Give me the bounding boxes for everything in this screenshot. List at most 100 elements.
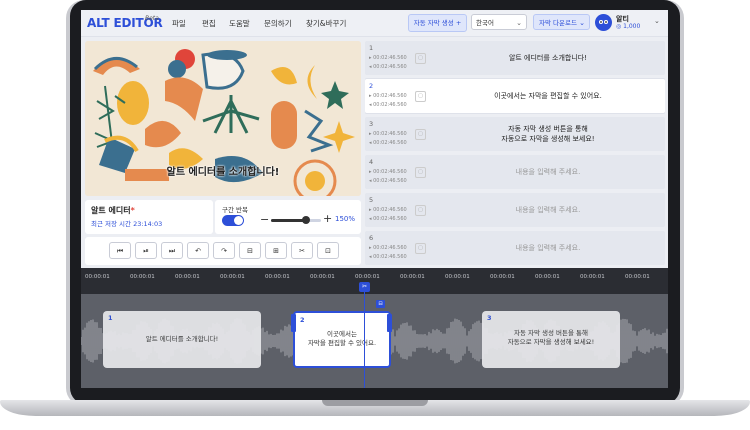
video-preview[interactable]: 알트 에디터를 소개합니다! xyxy=(85,41,361,196)
subtitle-text-placeholder[interactable]: 내용을 입력해 주세요. xyxy=(435,205,661,215)
scissors-icon[interactable]: ✂ xyxy=(359,282,370,292)
subtitle-row[interactable]: 3 ▸ 00:02:46.560 ◂ 00:02:46.560 ▢ 자동 자막 … xyxy=(365,117,665,151)
start-time-value: 00:02:46.560 xyxy=(373,245,407,251)
menu-contact[interactable]: 문의하기 xyxy=(264,18,292,29)
hd-icon[interactable]: ▢ xyxy=(415,91,426,102)
start-time-value: 00:02:46.560 xyxy=(373,207,407,213)
merge-icon[interactable]: ⊡ xyxy=(317,242,339,259)
project-title[interactable]: 알트 에디터* xyxy=(91,205,135,216)
menu-edit[interactable]: 편집 xyxy=(202,18,216,29)
end-time-value: 00:02:46.560 xyxy=(373,64,407,70)
ruler-tick: 00:00:01 xyxy=(85,274,110,280)
subtitle-number: 4 xyxy=(369,158,374,166)
start-time-value: 00:02:46.560 xyxy=(373,131,407,137)
user-coins: ◎ 1,000 xyxy=(616,23,641,30)
subtitle-row[interactable]: 5 ▸ 00:02:46.560 ◂ 00:02:46.560 ▢ 내용을 입력… xyxy=(365,193,665,227)
subtitle-download-button[interactable]: 자막 다운로드 ⌄ xyxy=(533,14,590,30)
subtitle-start-time[interactable]: ▸ 00:02:46.560 xyxy=(369,93,407,99)
subtitle-row[interactable]: 6 ▸ 00:02:46.560 ◂ 00:02:46.560 ▢ 내용을 입력… xyxy=(365,231,665,265)
subtitle-number: 5 xyxy=(369,196,374,204)
subtitle-list: 1 ▸ 00:02:46.560 ◂ 00:02:46.560 ▢ 알트 에디터… xyxy=(365,41,665,267)
timeline-clip[interactable]: 3 자동 자막 생성 버튼을 통해 자동으로 자막을 생성해 보세요! xyxy=(482,311,620,368)
zoom-slider-fill xyxy=(271,219,306,222)
play-pause-icon[interactable]: ⏯ xyxy=(135,242,157,259)
menu-file[interactable]: 파일 xyxy=(172,18,186,29)
range-repeat-toggle[interactable] xyxy=(222,215,244,226)
chevron-down-icon[interactable]: ⌄ xyxy=(654,17,660,25)
zoom-out-button[interactable]: − xyxy=(260,213,269,226)
menu-help[interactable]: 도움말 xyxy=(229,18,250,29)
app-screen: ALT EDITOR Beta 파일 편집 도움말 문의하기 찾기&바꾸기 자동… xyxy=(81,10,668,388)
subtitle-end-time[interactable]: ◂ 00:02:46.560 xyxy=(369,102,407,108)
subtitle-start-time[interactable]: ▸ 00:02:46.560 xyxy=(369,207,407,213)
clip-right-handle[interactable] xyxy=(387,314,392,332)
avatar[interactable] xyxy=(595,14,612,31)
clip-menu-icon[interactable]: ⊟ xyxy=(376,300,385,308)
hd-icon[interactable]: ▢ xyxy=(415,205,426,216)
subtitle-text-placeholder[interactable]: 내용을 입력해 주세요. xyxy=(435,167,661,177)
ruler-tick: 00:00:01 xyxy=(355,274,380,280)
subtitle-row[interactable]: 4 ▸ 00:02:46.560 ◂ 00:02:46.560 ▢ 내용을 입력… xyxy=(365,155,665,189)
laptop-notch xyxy=(322,400,428,406)
start-time-value: 00:02:46.560 xyxy=(373,93,407,99)
hd-icon[interactable]: ▢ xyxy=(415,167,426,178)
subtitle-text[interactable]: 자동 자막 생성 버튼을 통해 자동으로 자막을 생성해 보세요! xyxy=(435,124,661,144)
subtitle-text-placeholder[interactable]: 내용을 입력해 주세요. xyxy=(435,243,661,253)
clip-text: 이곳에서는 자막을 편집할 수 있어요. xyxy=(307,330,377,347)
avatar-face-icon xyxy=(599,20,608,24)
subtitle-number: 3 xyxy=(369,120,374,128)
zoom-slider-thumb[interactable] xyxy=(302,216,310,224)
subtitle-row[interactable]: 2 ▸ 00:02:46.560 ◂ 00:02:46.560 ▢ 이곳에서는 … xyxy=(365,79,665,113)
clip-left-handle[interactable] xyxy=(291,314,296,332)
hd-icon[interactable]: ▢ xyxy=(415,243,426,254)
subtitle-text[interactable]: 알트 에디터를 소개합니다! xyxy=(435,53,661,63)
end-time-value: 00:02:46.560 xyxy=(373,254,407,260)
menu-find-replace[interactable]: 찾기&바꾸기 xyxy=(306,18,346,29)
start-time-value: 00:02:46.560 xyxy=(373,169,407,175)
subtitle-end-time[interactable]: ◂ 00:02:46.560 xyxy=(369,254,407,260)
unsaved-mark: * xyxy=(130,206,135,215)
language-select[interactable]: 한국어 ⌄ xyxy=(471,14,527,30)
app-header: ALT EDITOR Beta 파일 편집 도움말 문의하기 찾기&바꾸기 자동… xyxy=(81,10,668,37)
ruler-tick: 00:00:01 xyxy=(400,274,425,280)
toggle-knob xyxy=(234,216,243,225)
subtitle-start-time[interactable]: ▸ 00:02:46.560 xyxy=(369,131,407,137)
project-info: 알트 에디터* 최근 저장 시간 23:14:03 xyxy=(85,200,213,234)
video-caption: 알트 에디터를 소개합니다! xyxy=(166,167,280,178)
subtitle-end-time[interactable]: ◂ 00:02:46.560 xyxy=(369,178,407,184)
zoom-slider[interactable] xyxy=(271,216,321,224)
rewind-icon[interactable]: ⏮ xyxy=(109,242,131,259)
auto-subtitle-button[interactable]: 자동 자막 생성 + xyxy=(408,14,467,32)
redo-icon[interactable]: ↷ xyxy=(213,242,235,259)
clip-number: 2 xyxy=(300,316,305,324)
beta-badge: Beta xyxy=(145,15,159,22)
zoom-in-button[interactable]: + xyxy=(323,212,332,225)
chevron-down-icon: ⌄ xyxy=(516,19,522,27)
clip-text: 자동 자막 생성 버튼을 통해 자동으로 자막을 생성해 보세요! xyxy=(507,329,595,346)
timeline-ruler[interactable]: 00:00:01 00:00:01 00:00:01 00:00:01 00:0… xyxy=(81,268,668,294)
timeline-clip[interactable]: 1 알트 에디터를 소개합니다! xyxy=(103,311,261,368)
split-icon[interactable]: ✂ xyxy=(291,242,313,259)
timeline-clip-selected[interactable]: 2 이곳에서는 자막을 편집할 수 있어요. xyxy=(293,311,391,368)
forward-icon[interactable]: ⏭ xyxy=(161,242,183,259)
start-time-value: 00:02:46.560 xyxy=(373,55,407,61)
subtitle-start-time[interactable]: ▸ 00:02:46.560 xyxy=(369,169,407,175)
subtitle-text[interactable]: 이곳에서는 자막을 편집할 수 있어요. xyxy=(435,91,661,101)
last-saved-time: 최근 저장 시간 23:14:03 xyxy=(91,220,163,228)
end-time-value: 00:02:46.560 xyxy=(373,178,407,184)
subtitle-row[interactable]: 1 ▸ 00:02:46.560 ◂ 00:02:46.560 ▢ 알트 에디터… xyxy=(365,41,665,75)
insert-after-icon[interactable]: ⊞ xyxy=(265,242,287,259)
subtitle-end-time[interactable]: ◂ 00:02:46.560 xyxy=(369,140,407,146)
subtitle-end-time[interactable]: ◂ 00:02:46.560 xyxy=(369,216,407,222)
ruler-tick: 00:00:01 xyxy=(175,274,200,280)
subtitle-start-time[interactable]: ▸ 00:02:46.560 xyxy=(369,245,407,251)
waveform-track[interactable]: 1 알트 에디터를 소개합니다! 2 이곳에서는 자막을 편집할 수 있어요. … xyxy=(81,294,668,388)
playhead-line[interactable] xyxy=(364,286,365,388)
subtitle-end-time[interactable]: ◂ 00:02:46.560 xyxy=(369,64,407,70)
undo-icon[interactable]: ↶ xyxy=(187,242,209,259)
insert-before-icon[interactable]: ⊟ xyxy=(239,242,261,259)
subtitle-number: 1 xyxy=(369,44,374,52)
hd-icon[interactable]: ▢ xyxy=(415,53,426,64)
subtitle-start-time[interactable]: ▸ 00:02:46.560 xyxy=(369,55,407,61)
hd-icon[interactable]: ▢ xyxy=(415,129,426,140)
